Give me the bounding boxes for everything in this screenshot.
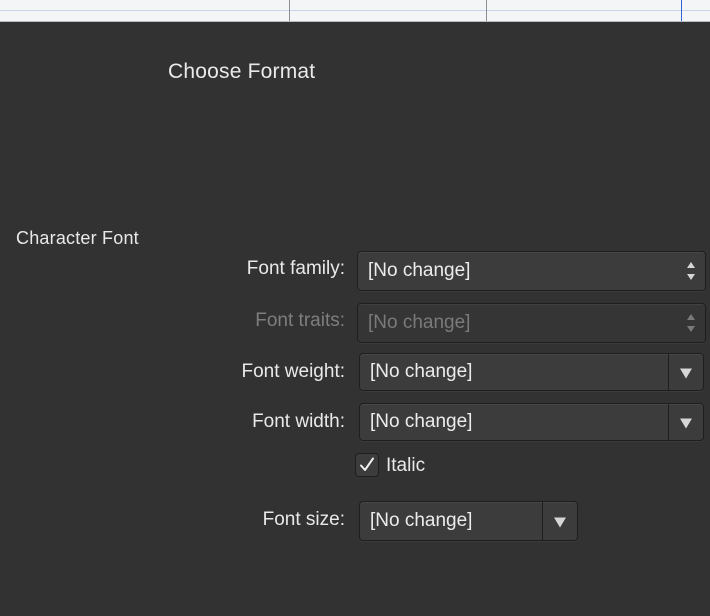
font-size-combobox[interactable]: [No change]: [359, 501, 578, 541]
font-width-combobox[interactable]: [No change]: [359, 403, 704, 441]
font-traits-label: Font traits:: [255, 310, 345, 331]
column-guide: [289, 0, 290, 21]
chevron-down-icon: [680, 418, 692, 429]
font-family-popup[interactable]: [No change]: [357, 251, 706, 291]
font-weight-value[interactable]: [No change]: [370, 361, 472, 383]
document-ruler-strip: [0, 0, 710, 22]
font-traits-value: [No change]: [368, 312, 471, 333]
up-down-stepper-icon: [686, 260, 696, 282]
up-down-stepper-icon: [686, 312, 696, 334]
chevron-down-icon: [554, 517, 566, 528]
font-width-value[interactable]: [No change]: [370, 411, 472, 433]
font-traits-popup: [No change]: [357, 303, 706, 343]
font-size-dropdown-button[interactable]: [542, 502, 577, 540]
choose-format-panel: Choose Format Character Font Font family…: [0, 22, 710, 616]
dialog-title: Choose Format: [168, 60, 316, 83]
column-guide: [486, 0, 487, 21]
font-size-value[interactable]: [No change]: [370, 510, 472, 532]
font-weight-label: Font weight:: [241, 361, 346, 382]
font-width-label: Font width:: [252, 411, 345, 432]
italic-label[interactable]: Italic: [386, 455, 425, 477]
checkmark-icon: [360, 457, 374, 471]
italic-checkbox[interactable]: [355, 453, 379, 477]
font-family-label: Font family:: [246, 258, 345, 279]
section-title: Character Font: [16, 228, 139, 248]
grid-line: [0, 10, 710, 11]
column-guide: [681, 0, 682, 21]
font-weight-combobox[interactable]: [No change]: [359, 353, 704, 391]
font-size-label: Font size:: [262, 509, 345, 530]
font-family-value: [No change]: [368, 260, 471, 281]
font-width-dropdown-button[interactable]: [668, 404, 703, 440]
chevron-down-icon: [680, 368, 692, 379]
font-weight-dropdown-button[interactable]: [668, 354, 703, 390]
